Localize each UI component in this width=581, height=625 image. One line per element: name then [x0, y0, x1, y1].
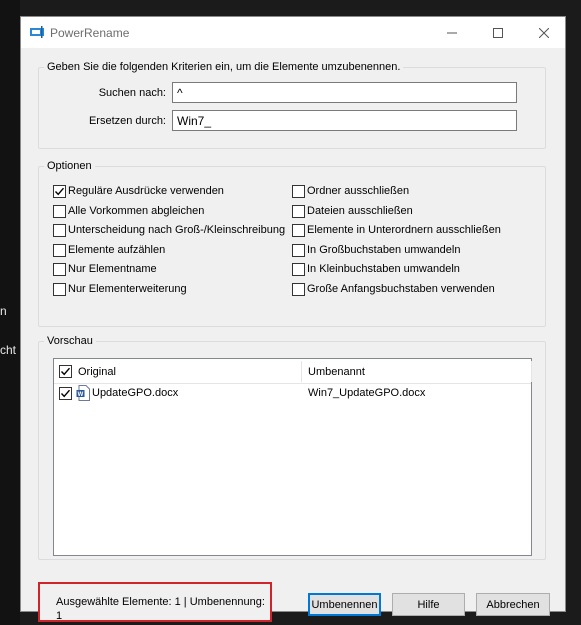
- row-renamed-name: Win7_UpdateGPO.docx: [308, 387, 426, 399]
- option-label: Dateien ausschließen: [307, 205, 413, 217]
- option-titlecase[interactable]: Große Anfangsbuchstaben verwenden: [292, 282, 495, 296]
- title-bar[interactable]: PowerRename: [21, 17, 565, 48]
- close-icon: [539, 27, 549, 38]
- powerrename-app-icon: [30, 26, 44, 38]
- option-exclude-folders[interactable]: Ordner ausschließen: [292, 184, 409, 198]
- rename-button[interactable]: Umbenennen: [308, 593, 381, 616]
- option-label: Nur Elementerweiterung: [68, 283, 187, 295]
- maximize-icon: [493, 27, 503, 38]
- option-label: In Großbuchstaben umwandeln: [307, 244, 461, 256]
- option-label: Nur Elementname: [68, 263, 157, 275]
- checkbox[interactable]: [292, 223, 305, 237]
- option-exclude-subfolders[interactable]: Elemente in Unterordnern ausschließen: [292, 223, 501, 237]
- column-divider[interactable]: [531, 361, 532, 382]
- checkbox[interactable]: [53, 262, 66, 276]
- option-case-sensitive[interactable]: Unterscheidung nach Groß-/Kleinschreibun…: [53, 223, 285, 237]
- checkbox[interactable]: [53, 243, 66, 257]
- minimize-icon: [447, 32, 457, 33]
- option-exclude-files[interactable]: Dateien ausschließen: [292, 204, 413, 218]
- checkmark-icon: [60, 367, 71, 376]
- column-header-original[interactable]: Original: [78, 366, 116, 378]
- option-match-all[interactable]: Alle Vorkommen abgleichen: [53, 204, 204, 218]
- help-button[interactable]: Hilfe: [392, 593, 465, 616]
- option-label: Reguläre Ausdrücke verwenden: [68, 185, 224, 197]
- search-input[interactable]: [172, 82, 517, 103]
- window-title: PowerRename: [50, 26, 130, 40]
- checkmark-icon: [60, 389, 71, 398]
- criteria-group: Geben Sie die folgenden Kriterien ein, u…: [38, 61, 546, 149]
- background-text-fragment: n: [0, 304, 7, 318]
- option-lowercase[interactable]: In Kleinbuchstaben umwandeln: [292, 262, 460, 276]
- option-label: Elemente aufzählen: [68, 244, 166, 256]
- checkbox[interactable]: [53, 282, 66, 296]
- option-uppercase[interactable]: In Großbuchstaben umwandeln: [292, 243, 460, 257]
- status-text: Ausgewählte Elemente: 1 | Umbenennung: 1: [56, 596, 265, 622]
- checkbox[interactable]: [53, 204, 66, 218]
- option-name-only[interactable]: Nur Elementname: [53, 262, 157, 276]
- row-checkbox[interactable]: [59, 387, 72, 400]
- options-legend: Optionen: [47, 160, 92, 172]
- checkbox[interactable]: [292, 184, 305, 198]
- powerrename-dialog: PowerRename Geben Sie die folgenden Krit…: [20, 16, 566, 622]
- word-document-icon: W: [76, 385, 90, 401]
- table-row[interactable]: W UpdateGPO.docx Win7_UpdateGPO.docx: [54, 384, 531, 403]
- option-enumerate[interactable]: Elemente aufzählen: [53, 243, 165, 257]
- checkmark-icon: [54, 187, 65, 195]
- checkbox[interactable]: [53, 184, 66, 198]
- checkbox[interactable]: [292, 204, 305, 218]
- column-header-renamed[interactable]: Umbenannt: [308, 366, 365, 378]
- option-extension-only[interactable]: Nur Elementerweiterung: [53, 282, 187, 296]
- search-label: Suchen nach:: [98, 87, 166, 99]
- select-all-checkbox[interactable]: [59, 365, 72, 378]
- replace-input[interactable]: [172, 110, 517, 131]
- cancel-button[interactable]: Abbrechen: [476, 593, 550, 616]
- checkbox[interactable]: [292, 282, 305, 296]
- checkbox[interactable]: [53, 223, 66, 237]
- preview-legend: Vorschau: [47, 335, 93, 347]
- status-highlight-box: Ausgewählte Elemente: 1 | Umbenennung: 1: [38, 582, 272, 622]
- background-text-fragment: cht: [0, 343, 17, 357]
- preview-list[interactable]: Original Umbenannt W UpdateGPO.docx Win7…: [53, 358, 532, 556]
- option-label: Große Anfangsbuchstaben verwenden: [307, 283, 495, 295]
- svg-text:W: W: [78, 392, 84, 398]
- maximize-button[interactable]: [475, 17, 521, 48]
- option-label: Ordner ausschließen: [307, 185, 410, 197]
- column-divider[interactable]: [301, 361, 302, 382]
- row-original-name: UpdateGPO.docx: [92, 387, 179, 399]
- close-button[interactable]: [521, 17, 567, 48]
- option-label: Unterscheidung nach Groß-/Kleinschreibun…: [68, 224, 286, 236]
- replace-label: Ersetzen durch:: [88, 115, 166, 127]
- minimize-button[interactable]: [429, 17, 475, 48]
- option-label: Elemente in Unterordnern ausschließen: [307, 224, 501, 236]
- option-label: Alle Vorkommen abgleichen: [68, 205, 205, 217]
- checkbox[interactable]: [292, 262, 305, 276]
- option-regex[interactable]: Reguläre Ausdrücke verwenden: [53, 184, 224, 198]
- checkbox[interactable]: [292, 243, 305, 257]
- criteria-legend: Geben Sie die folgenden Kriterien ein, u…: [47, 61, 401, 73]
- option-label: In Kleinbuchstaben umwandeln: [307, 263, 460, 275]
- preview-header: Original Umbenannt: [54, 359, 532, 384]
